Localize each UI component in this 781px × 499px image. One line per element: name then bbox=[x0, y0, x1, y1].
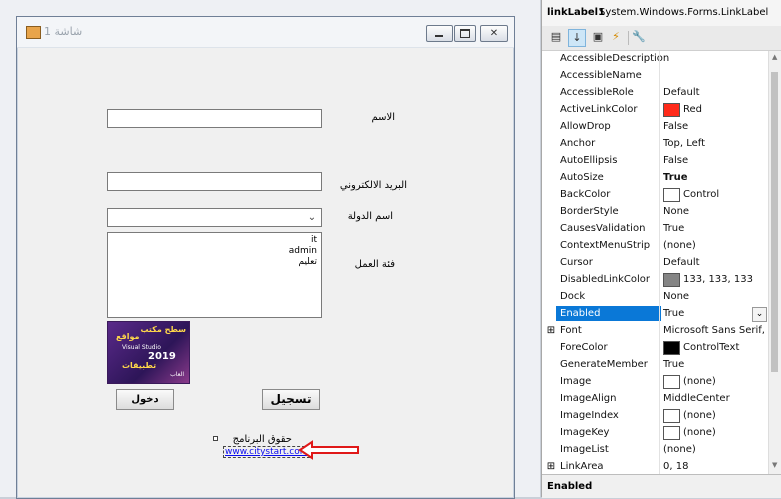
work-label: فئة العمل bbox=[354, 259, 395, 270]
banner-picturebox: سطح مكتب مواقع Visual Studio 2019 تطبيقا… bbox=[107, 321, 190, 384]
property-row[interactable]: AutoSize True bbox=[542, 170, 768, 187]
minimize-button[interactable] bbox=[426, 25, 453, 42]
banner-text: Visual Studio bbox=[122, 344, 161, 351]
properties-toolbar: ▤ ↓ ▣ ⚡ 🔧 bbox=[542, 26, 781, 51]
list-item[interactable]: admin bbox=[289, 246, 317, 257]
scrollbar-thumb[interactable] bbox=[771, 72, 778, 372]
selection-handle[interactable] bbox=[213, 436, 218, 441]
property-row[interactable]: ⊞ Font Microsoft Sans Serif, 8.25 bbox=[542, 323, 781, 340]
email-label: البريد الالكتروني bbox=[339, 180, 407, 191]
register-button[interactable]: تسجيل bbox=[262, 389, 320, 410]
maximize-icon bbox=[460, 29, 470, 38]
name-label: الاسم bbox=[371, 112, 395, 123]
banner-text: مواقع bbox=[116, 332, 140, 341]
property-row[interactable]: ContextMenuStrip (none) bbox=[542, 238, 768, 255]
description-pane: Enabled bbox=[542, 474, 781, 498]
property-row[interactable]: AccessibleName bbox=[542, 68, 768, 85]
property-row[interactable]: AccessibleDescription bbox=[542, 51, 768, 68]
property-row[interactable]: ImageKey (none) bbox=[542, 425, 768, 442]
property-row[interactable]: ImageList (none) bbox=[542, 442, 768, 459]
image-swatch bbox=[663, 409, 680, 423]
color-swatch bbox=[663, 103, 680, 117]
chevron-down-icon[interactable]: ⌄ bbox=[305, 211, 319, 225]
property-row[interactable]: Anchor Top, Left bbox=[542, 136, 768, 153]
designer-surface: شاشة 1 ✕ الاسم البريد الالكتروني ⌄ اسم ا… bbox=[0, 0, 540, 499]
properties-icon[interactable]: ▣ bbox=[590, 29, 606, 45]
property-row[interactable]: Image (none) bbox=[542, 374, 768, 391]
events-icon[interactable]: ⚡ bbox=[608, 29, 624, 45]
close-icon: ✕ bbox=[489, 28, 499, 39]
form-window[interactable]: شاشة 1 ✕ الاسم البريد الالكتروني ⌄ اسم ا… bbox=[16, 16, 515, 499]
property-row[interactable]: Cursor Default bbox=[542, 255, 768, 272]
country-combobox[interactable]: ⌄ bbox=[107, 208, 322, 227]
property-row[interactable]: ForeColor ControlText bbox=[542, 340, 768, 357]
work-listbox[interactable]: it admin تعليم bbox=[107, 232, 322, 318]
categorized-icon[interactable]: ▤ bbox=[548, 29, 564, 45]
list-item[interactable]: it bbox=[311, 235, 317, 246]
object-type: System.Windows.Forms.LinkLabel bbox=[599, 7, 769, 18]
property-grid: AccessibleDescription AccessibleName Acc… bbox=[542, 51, 781, 474]
form-client-area: الاسم البريد الالكتروني ⌄ اسم الدولة it … bbox=[25, 48, 506, 492]
scroll-up-icon[interactable]: ▲ bbox=[772, 53, 777, 61]
property-row[interactable]: CausesValidation True bbox=[542, 221, 768, 238]
form-icon bbox=[26, 26, 41, 39]
property-row-selected[interactable]: Enabled True ⌄ bbox=[542, 306, 768, 323]
property-row[interactable]: GenerateMember True bbox=[542, 357, 768, 374]
properties-header[interactable]: linkLabel1 System.Windows.Forms.LinkLabe… bbox=[542, 0, 781, 26]
minimize-icon bbox=[435, 35, 443, 37]
close-button[interactable]: ✕ bbox=[480, 25, 508, 42]
property-row[interactable]: ImageIndex (none) bbox=[542, 408, 768, 425]
list-item[interactable]: تعليم bbox=[298, 257, 317, 268]
image-swatch bbox=[663, 375, 680, 389]
property-row[interactable]: BackColor Control bbox=[542, 187, 768, 204]
description-title: Enabled bbox=[547, 481, 593, 492]
color-swatch bbox=[663, 188, 680, 202]
expand-icon[interactable]: ⊞ bbox=[546, 461, 556, 472]
banner-text: العاب bbox=[170, 371, 184, 378]
property-pages-icon[interactable]: 🔧 bbox=[631, 29, 647, 45]
property-row[interactable]: AllowDrop False bbox=[542, 119, 768, 136]
form-title: شاشة 1 bbox=[44, 25, 83, 38]
property-row[interactable]: AutoEllipsis False bbox=[542, 153, 768, 170]
dropdown-chevron-icon[interactable]: ⌄ bbox=[752, 307, 767, 322]
alphabetical-icon[interactable]: ↓ bbox=[568, 29, 586, 47]
toolbar-divider bbox=[628, 31, 629, 45]
property-row[interactable]: Dock None bbox=[542, 289, 768, 306]
banner-text: تطبيقات bbox=[122, 361, 157, 370]
banner-text: سطح مكتب bbox=[140, 325, 186, 334]
expand-icon[interactable]: ⊞ bbox=[546, 325, 556, 336]
maximize-button[interactable] bbox=[454, 25, 476, 42]
rights-label: حقوق البرنامج bbox=[232, 434, 292, 445]
name-textbox[interactable] bbox=[107, 109, 322, 128]
scroll-down-icon[interactable]: ▼ bbox=[772, 461, 777, 469]
country-label: اسم الدولة bbox=[347, 211, 393, 222]
form-titlebar: شاشة 1 ✕ bbox=[17, 17, 514, 48]
object-name: linkLabel1 bbox=[547, 7, 606, 18]
property-row[interactable]: AccessibleRole Default bbox=[542, 85, 768, 102]
annotation-arrow-icon bbox=[298, 440, 359, 460]
login-button[interactable]: دخول bbox=[116, 389, 174, 410]
property-row[interactable]: ActiveLinkColor Red bbox=[542, 102, 768, 119]
property-row[interactable]: DisabledLinkColor 133, 133, 133 bbox=[542, 272, 768, 289]
email-textbox[interactable] bbox=[107, 172, 322, 191]
color-swatch bbox=[663, 273, 680, 287]
properties-panel: linkLabel1 System.Windows.Forms.LinkLabe… bbox=[541, 0, 781, 498]
color-swatch bbox=[663, 341, 680, 355]
image-swatch bbox=[663, 426, 680, 440]
property-row[interactable]: ImageAlign MiddleCenter bbox=[542, 391, 768, 408]
grid-divider bbox=[659, 51, 660, 474]
property-row[interactable]: BorderStyle None bbox=[542, 204, 768, 221]
